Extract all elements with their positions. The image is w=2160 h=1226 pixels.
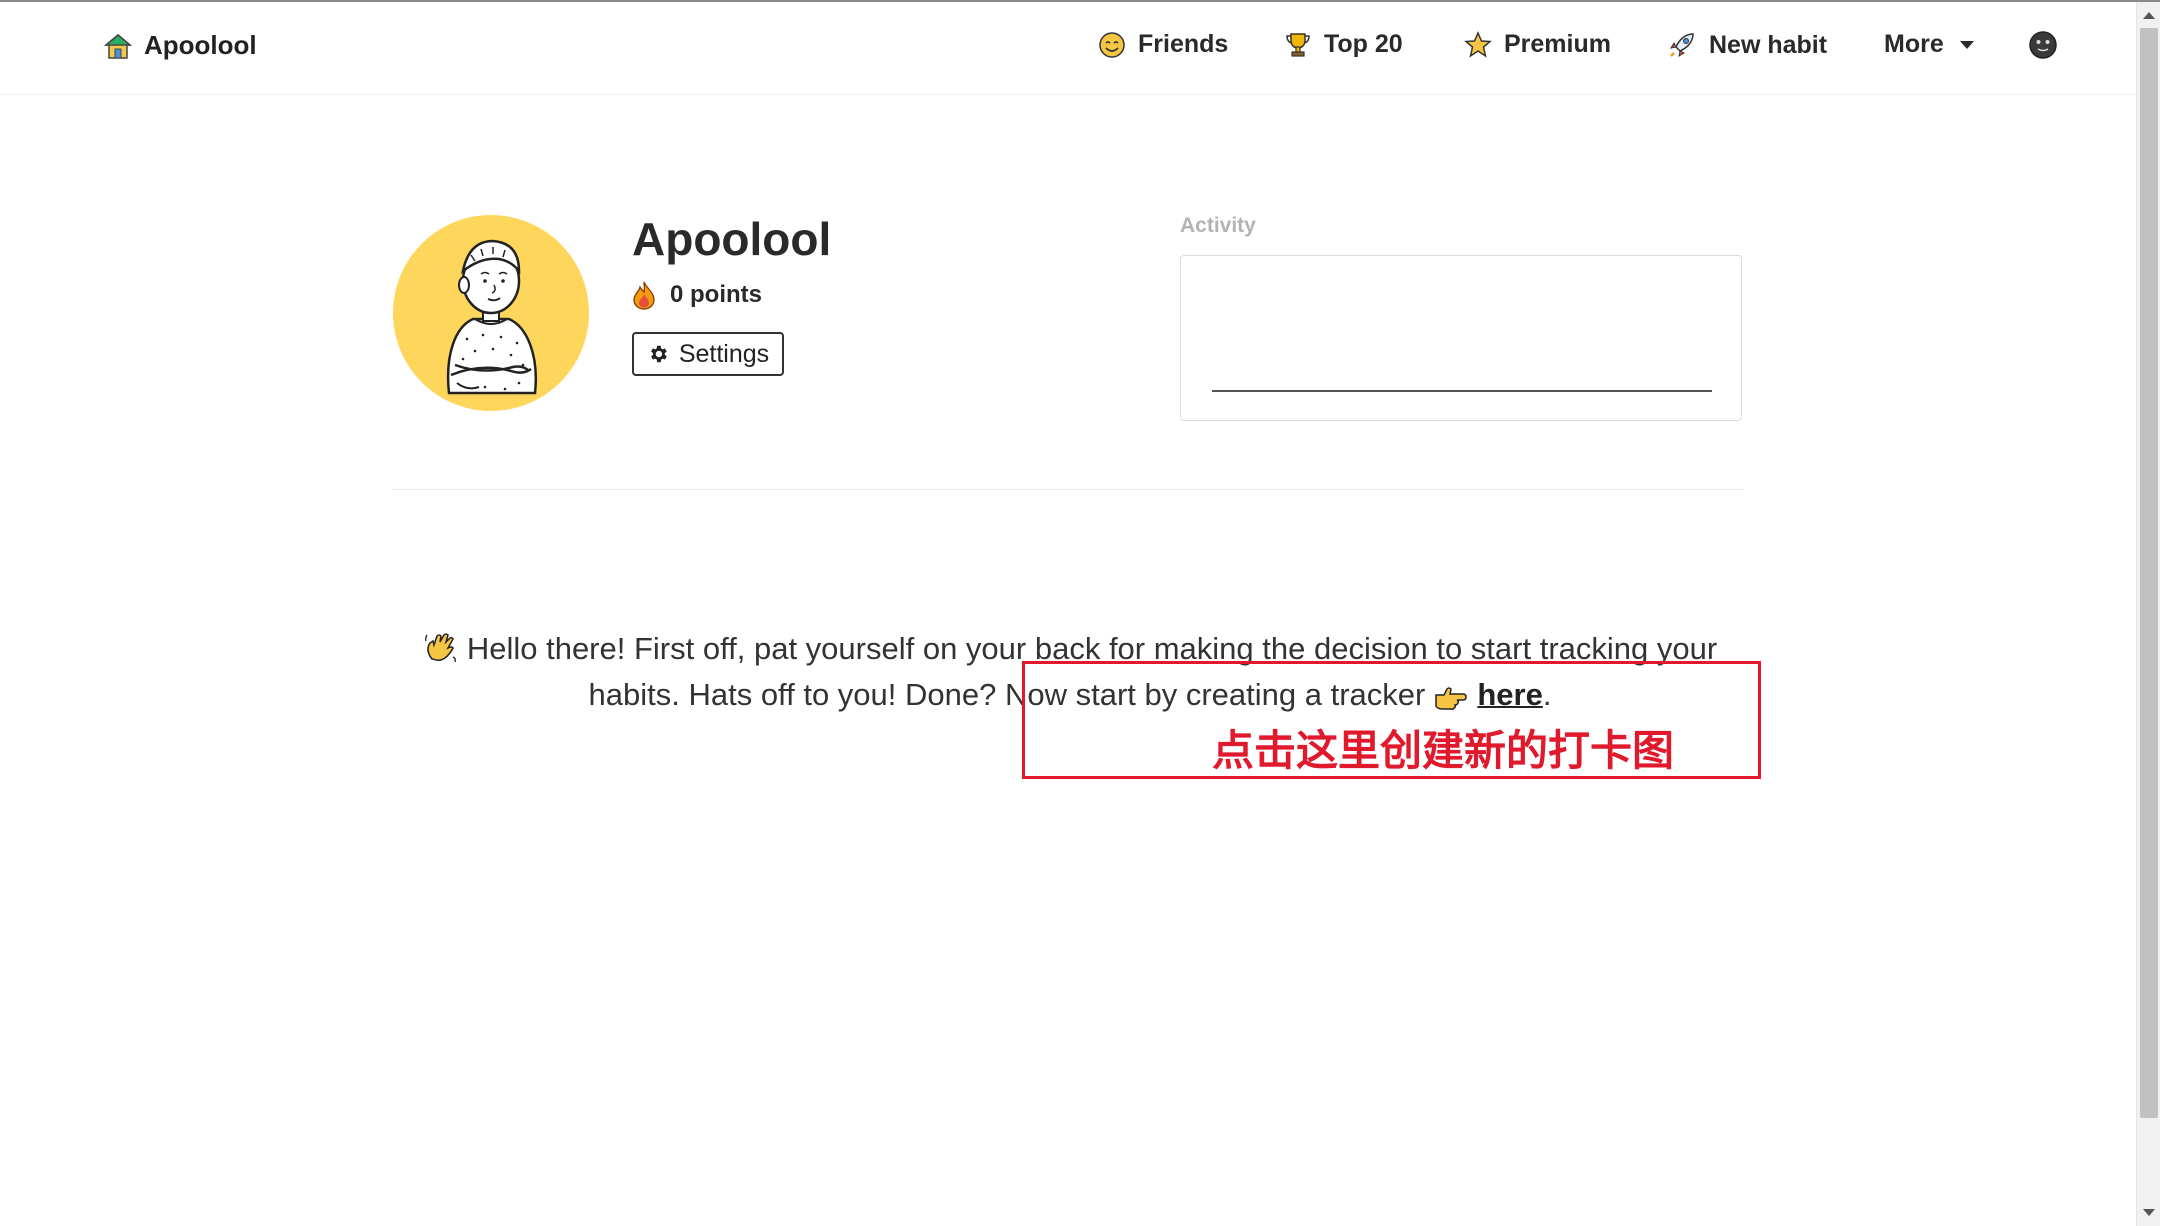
nav-top20[interactable]: Top 20 — [1284, 30, 1403, 59]
avatar — [393, 215, 589, 411]
star-icon — [1464, 30, 1492, 58]
nav-top20-label: Top 20 — [1324, 30, 1403, 58]
house-icon — [104, 33, 132, 59]
profile-username: Apoolool — [632, 213, 832, 265]
vertical-scrollbar[interactable] — [2136, 2, 2160, 1226]
activity-baseline — [1212, 390, 1712, 392]
brand-link[interactable]: Apoolool — [104, 30, 257, 61]
nav-premium-label: Premium — [1504, 30, 1611, 58]
waving-hand-icon — [424, 633, 456, 663]
nav-premium[interactable]: Premium — [1464, 30, 1611, 59]
dark-face-icon — [2029, 31, 2057, 59]
points-label: 0 points — [670, 281, 763, 308]
scroll-up-arrow-icon[interactable] — [2143, 12, 2155, 19]
nav-more[interactable]: More — [1884, 30, 1974, 59]
annotation-text: 点击这里创建新的打卡图 — [1212, 726, 1675, 775]
nav-friends-label: Friends — [1138, 30, 1229, 58]
gear-icon — [650, 345, 667, 363]
activity-label: Activity — [1180, 214, 1256, 237]
caret-down-icon — [1959, 40, 1974, 49]
avatar-illustration — [446, 239, 537, 395]
settings-button[interactable]: Settings — [632, 332, 784, 376]
settings-label: Settings — [678, 339, 770, 368]
nav-new-habit[interactable]: New habit — [1667, 30, 1827, 60]
scrollbar-thumb[interactable] — [2140, 28, 2158, 1118]
nav-friends[interactable]: Friends — [1098, 30, 1228, 59]
navbar: Apoolool Friends Top 20 Premium New habi… — [0, 2, 2136, 95]
nav-more-label: More — [1884, 30, 1944, 58]
brand-label: Apoolool — [144, 30, 257, 60]
profile-menu-button[interactable] — [2028, 30, 2058, 60]
activity-chart — [1180, 255, 1742, 421]
profile-points: 0 points — [632, 280, 762, 310]
nav-new-habit-label: New habit — [1709, 30, 1828, 59]
fire-icon — [633, 281, 655, 310]
trophy-icon — [1286, 32, 1310, 57]
smile-icon — [1099, 31, 1125, 58]
rocket-icon — [1669, 33, 1694, 58]
scroll-down-arrow-icon[interactable] — [2143, 1209, 2155, 1216]
section-divider — [393, 489, 1743, 490]
